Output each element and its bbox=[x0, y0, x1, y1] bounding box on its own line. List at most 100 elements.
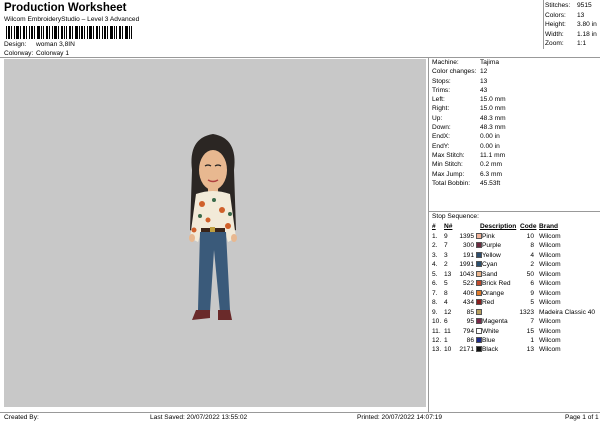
cell-description: Orange bbox=[482, 289, 504, 297]
summary-value: 1.18 in bbox=[577, 30, 597, 38]
info-label: Left: bbox=[432, 96, 445, 104]
cell-stitches: 2171 bbox=[459, 346, 474, 354]
table-row: 13. 10 2171 Black 13 Wilcom bbox=[432, 346, 598, 355]
cell-description: Black bbox=[482, 346, 499, 354]
embroidery-design-preview bbox=[189, 134, 237, 320]
col-header-num: # bbox=[432, 223, 436, 230]
info-label: EndX: bbox=[432, 133, 450, 141]
cell-brand: Wilcom bbox=[539, 289, 561, 297]
cell-code: 10 bbox=[526, 233, 534, 240]
cell-num: 11. bbox=[432, 327, 441, 335]
cell-description: Cyan bbox=[482, 261, 498, 269]
info-value: 13 bbox=[480, 77, 488, 85]
cell-description: Red bbox=[482, 299, 495, 307]
info-label: Trims: bbox=[432, 86, 451, 94]
col-header-brand: Brand bbox=[539, 223, 559, 230]
cell-stitches: 95 bbox=[466, 318, 474, 326]
info-row: Max Jump: 6.3 mm bbox=[432, 171, 506, 180]
cell-code: 1323 bbox=[519, 308, 534, 316]
info-label: Machine: bbox=[432, 59, 459, 66]
table-row: 8. 4 434 Red 5 Wilcom bbox=[432, 299, 598, 308]
summary-row: Width: 1.18 in bbox=[545, 31, 597, 41]
summary-label: Width: bbox=[545, 30, 564, 38]
cell-num: 4. bbox=[432, 261, 438, 269]
info-value: 6.3 mm bbox=[480, 170, 502, 178]
cell-needle: 4 bbox=[444, 299, 448, 307]
table-row: 2. 7 300 Purple 8 Wilcom bbox=[432, 242, 598, 251]
page-title: Production Worksheet bbox=[4, 2, 127, 14]
created-by: Created By: bbox=[4, 414, 39, 421]
info-value: Tajima bbox=[480, 59, 500, 66]
summary-value: 9515 bbox=[577, 2, 592, 9]
info-value: 48.3 mm bbox=[480, 124, 506, 132]
cell-needle: 9 bbox=[444, 233, 448, 240]
info-row: Min Stitch: 0.2 mm bbox=[432, 161, 506, 170]
barcode-icon bbox=[6, 26, 132, 39]
info-label: Stops: bbox=[432, 77, 451, 85]
info-row: Trims: 43 bbox=[432, 87, 506, 96]
info-value: 11.1 mm bbox=[480, 151, 506, 159]
cell-stitches: 1043 bbox=[459, 270, 474, 278]
cell-needle: 3 bbox=[444, 251, 448, 259]
cell-description: Yellow bbox=[482, 251, 501, 259]
info-label: Min Stitch: bbox=[432, 161, 463, 169]
info-row: EndY: 0.00 in bbox=[432, 143, 506, 152]
design-value: woman 3,8IN bbox=[36, 41, 75, 48]
cell-code: 50 bbox=[526, 270, 534, 278]
stop-sequence-title: Stop Sequence: bbox=[432, 213, 479, 220]
cell-stitches: 85 bbox=[466, 308, 474, 316]
col-header-n: N# bbox=[444, 223, 453, 230]
cell-description: White bbox=[482, 327, 499, 335]
info-row: Machine: Tajima bbox=[432, 59, 506, 68]
info-row: EndX: 0.00 in bbox=[432, 133, 506, 142]
info-row: Stops: 13 bbox=[432, 78, 506, 87]
cell-brand: Wilcom bbox=[539, 280, 561, 288]
info-value: 43 bbox=[480, 86, 488, 94]
cell-stitches: 406 bbox=[462, 289, 474, 297]
table-row: 9. 12 85 1323 Madeira Classic 40 bbox=[432, 308, 598, 318]
cell-code: 5 bbox=[530, 299, 534, 307]
cell-description: Pink bbox=[482, 233, 495, 240]
cell-description: Blue bbox=[482, 336, 496, 344]
cell-needle: 2 bbox=[444, 261, 448, 269]
info-label: EndY: bbox=[432, 142, 450, 150]
cell-stitches: 1395 bbox=[459, 233, 474, 240]
cell-brand: Wilcom bbox=[539, 270, 561, 278]
info-value: 15.0 mm bbox=[480, 96, 506, 104]
info-label: Color changes: bbox=[432, 68, 477, 76]
cell-brand: Wilcom bbox=[539, 233, 561, 240]
info-row: Left: 15.0 mm bbox=[432, 96, 506, 105]
table-row: 6. 5 522 Brick Red 6 Wilcom bbox=[432, 280, 598, 289]
cell-needle: 1 bbox=[444, 336, 448, 344]
software-subtitle: Wilcom EmbroideryStudio – Level 3 Advanc… bbox=[4, 16, 140, 23]
cell-num: 5. bbox=[432, 270, 438, 278]
colorway-value: Colorway 1 bbox=[36, 50, 69, 57]
cell-stitches: 1991 bbox=[459, 261, 474, 269]
summary-stats: Stitches: 9515 Colors: 13 Height: 3.80 in W… bbox=[545, 2, 597, 50]
info-row: Right: 15.0 mm bbox=[432, 105, 506, 114]
cell-brand: Wilcom bbox=[539, 242, 561, 250]
table-row: 1. 9 1395 Pink 10 Wilcom bbox=[432, 233, 598, 242]
cell-stitches: 434 bbox=[462, 299, 474, 307]
cell-stitches: 191 bbox=[462, 251, 474, 259]
cell-num: 10. bbox=[432, 318, 442, 326]
cell-num: 9. bbox=[432, 308, 438, 316]
colorway-row: Colorway: Colorway 1 bbox=[4, 50, 69, 57]
page-number: Page 1 of 1 bbox=[565, 414, 599, 421]
info-value: 0.2 mm bbox=[480, 161, 502, 169]
cell-stitches: 794 bbox=[462, 327, 474, 335]
table-row: 4. 2 1991 Cyan 2 Wilcom bbox=[432, 261, 598, 270]
cell-brand: Wilcom bbox=[539, 299, 561, 307]
summary-label: Colors: bbox=[545, 11, 566, 19]
info-value: 0.00 in bbox=[480, 133, 500, 141]
machine-info: Machine: Tajima Color changes: 12 Stops: 13… bbox=[432, 59, 506, 189]
cell-code: 6 bbox=[530, 280, 534, 288]
info-value: 15.0 mm bbox=[480, 105, 506, 113]
footer: Created By: Last Saved: 20/07/2022 13:55… bbox=[0, 412, 600, 425]
cell-num: 13. bbox=[432, 346, 442, 354]
cell-num: 3. bbox=[432, 251, 438, 259]
cell-stitches: 86 bbox=[466, 336, 474, 344]
info-label: Up: bbox=[432, 114, 443, 122]
info-value: 45.53ft bbox=[480, 179, 501, 187]
cell-stitches: 300 bbox=[462, 242, 474, 250]
